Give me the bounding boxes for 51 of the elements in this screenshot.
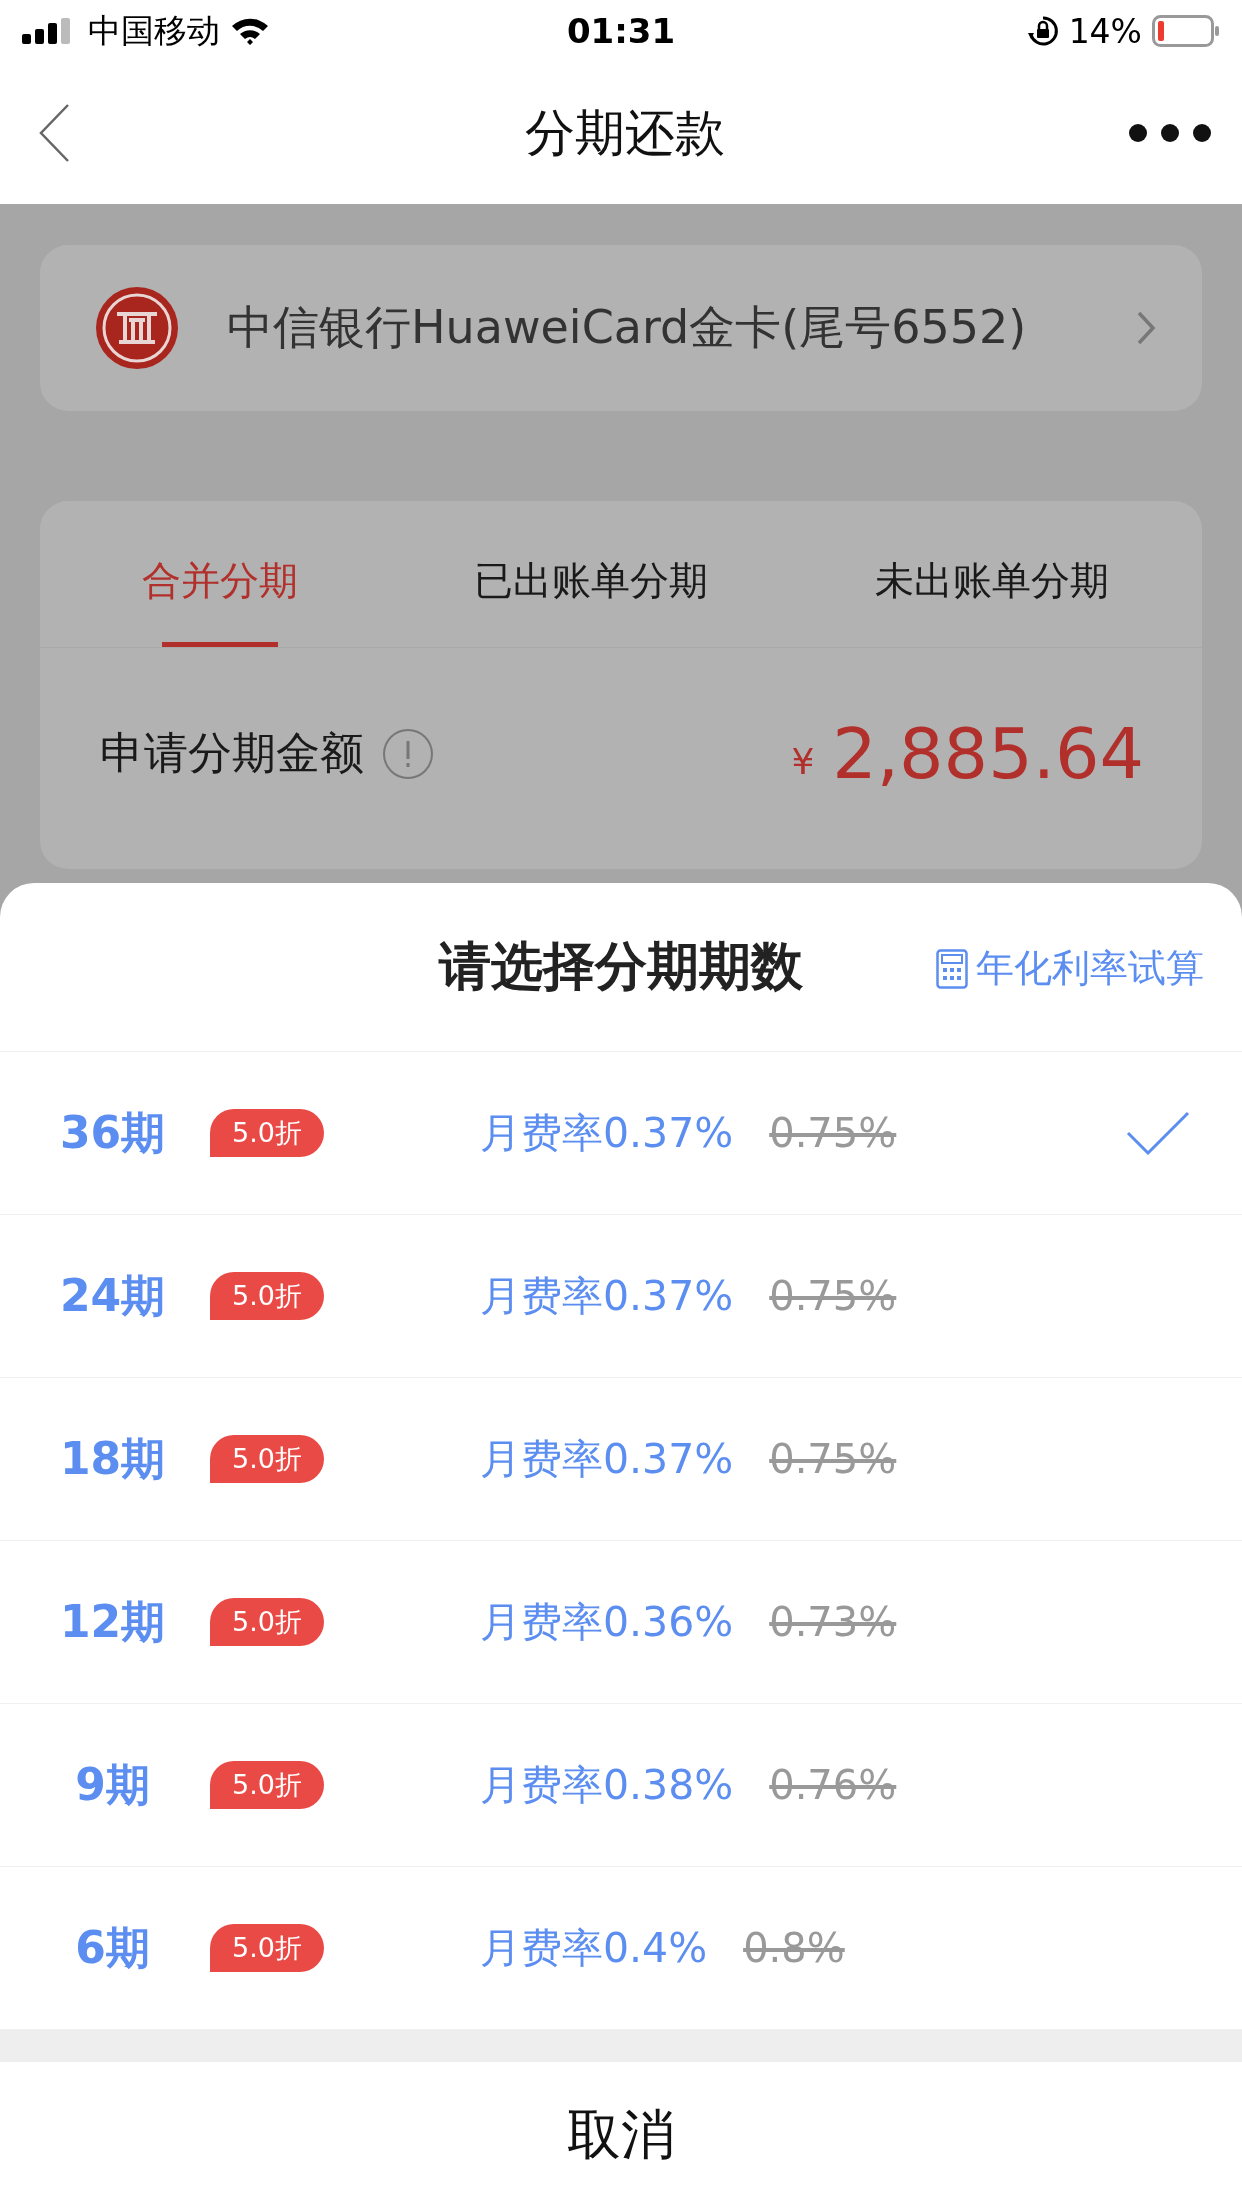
page-title: 分期还款 <box>525 102 725 164</box>
tab[interactable]: 未出账单分期 <box>791 501 1192 647</box>
rate-text: 月费率0.37% <box>479 1107 734 1159</box>
carrier-name: 中国移动 <box>88 9 220 52</box>
calculator-icon <box>936 948 968 989</box>
discount-badge: 5.0折 <box>210 1761 324 1809</box>
currency-symbol: ¥ <box>791 741 815 782</box>
term-label: 36期 <box>58 1105 167 1160</box>
original-rate: 0.73% <box>769 1599 897 1645</box>
clock-time: 01:31 <box>566 11 676 51</box>
amount-label: 申请分期金额 <box>100 726 364 780</box>
tab[interactable]: 已出账单分期 <box>390 501 792 647</box>
term-label: 9期 <box>74 1757 151 1812</box>
term-label: 12期 <box>58 1594 167 1649</box>
battery-percent: 14% <box>1068 11 1142 51</box>
rate-text: 月费率0.36% <box>479 1596 734 1648</box>
amount-value: 2,885.64 <box>832 712 1144 795</box>
discount-badge: 5.0折 <box>210 1435 324 1483</box>
rate-text: 月费率0.38% <box>479 1759 734 1811</box>
installment-option[interactable]: 36期 5.0折 月费率0.37% 0.75% <box>0 1052 1242 1215</box>
calculator-link[interactable]: 年化利率试算 <box>936 943 1204 994</box>
rate-text: 月费率0.37% <box>479 1270 734 1322</box>
installment-option[interactable]: 18期 5.0折 月费率0.37% 0.75% <box>0 1378 1242 1541</box>
original-rate: 0.75% <box>769 1110 897 1156</box>
installment-option[interactable]: 24期 5.0折 月费率0.37% 0.75% <box>0 1215 1242 1378</box>
original-rate: 0.75% <box>769 1273 897 1319</box>
wifi-icon <box>230 16 270 46</box>
discount-badge: 5.0折 <box>210 1598 324 1646</box>
card-name: 中信银行HuaweiCard金卡(尾号6552) <box>227 299 1028 356</box>
rotation-lock-icon <box>1026 15 1059 47</box>
discount-badge: 5.0折 <box>210 1924 324 1972</box>
term-label: 6期 <box>74 1920 151 1975</box>
bank-card[interactable]: 中信银行HuaweiCard金卡(尾号6552) <box>40 245 1202 411</box>
discount-badge: 5.0折 <box>210 1109 324 1157</box>
more-dots-icon <box>1128 123 1212 143</box>
original-rate: 0.8% <box>743 1925 845 1971</box>
bank-logo-icon <box>95 286 179 370</box>
rate-text: 月费率0.4% <box>479 1922 708 1974</box>
installment-option[interactable]: 9期 5.0折 月费率0.38% 0.76% <box>0 1704 1242 1867</box>
sheet-title: 请选择分期期数 <box>439 935 803 998</box>
rate-text: 月费率0.37% <box>479 1433 734 1485</box>
tab[interactable]: 合并分期 <box>50 501 391 647</box>
installment-option[interactable]: 12期 5.0折 月费率0.36% 0.73% <box>0 1541 1242 1704</box>
battery-icon <box>1152 15 1220 47</box>
original-rate: 0.75% <box>769 1436 897 1482</box>
discount-badge: 5.0折 <box>210 1272 324 1320</box>
info-icon[interactable] <box>382 727 434 780</box>
term-label: 24期 <box>58 1268 167 1323</box>
chevron-right-icon <box>1136 310 1156 346</box>
original-rate: 0.76% <box>769 1762 897 1808</box>
term-label: 18期 <box>58 1431 167 1486</box>
